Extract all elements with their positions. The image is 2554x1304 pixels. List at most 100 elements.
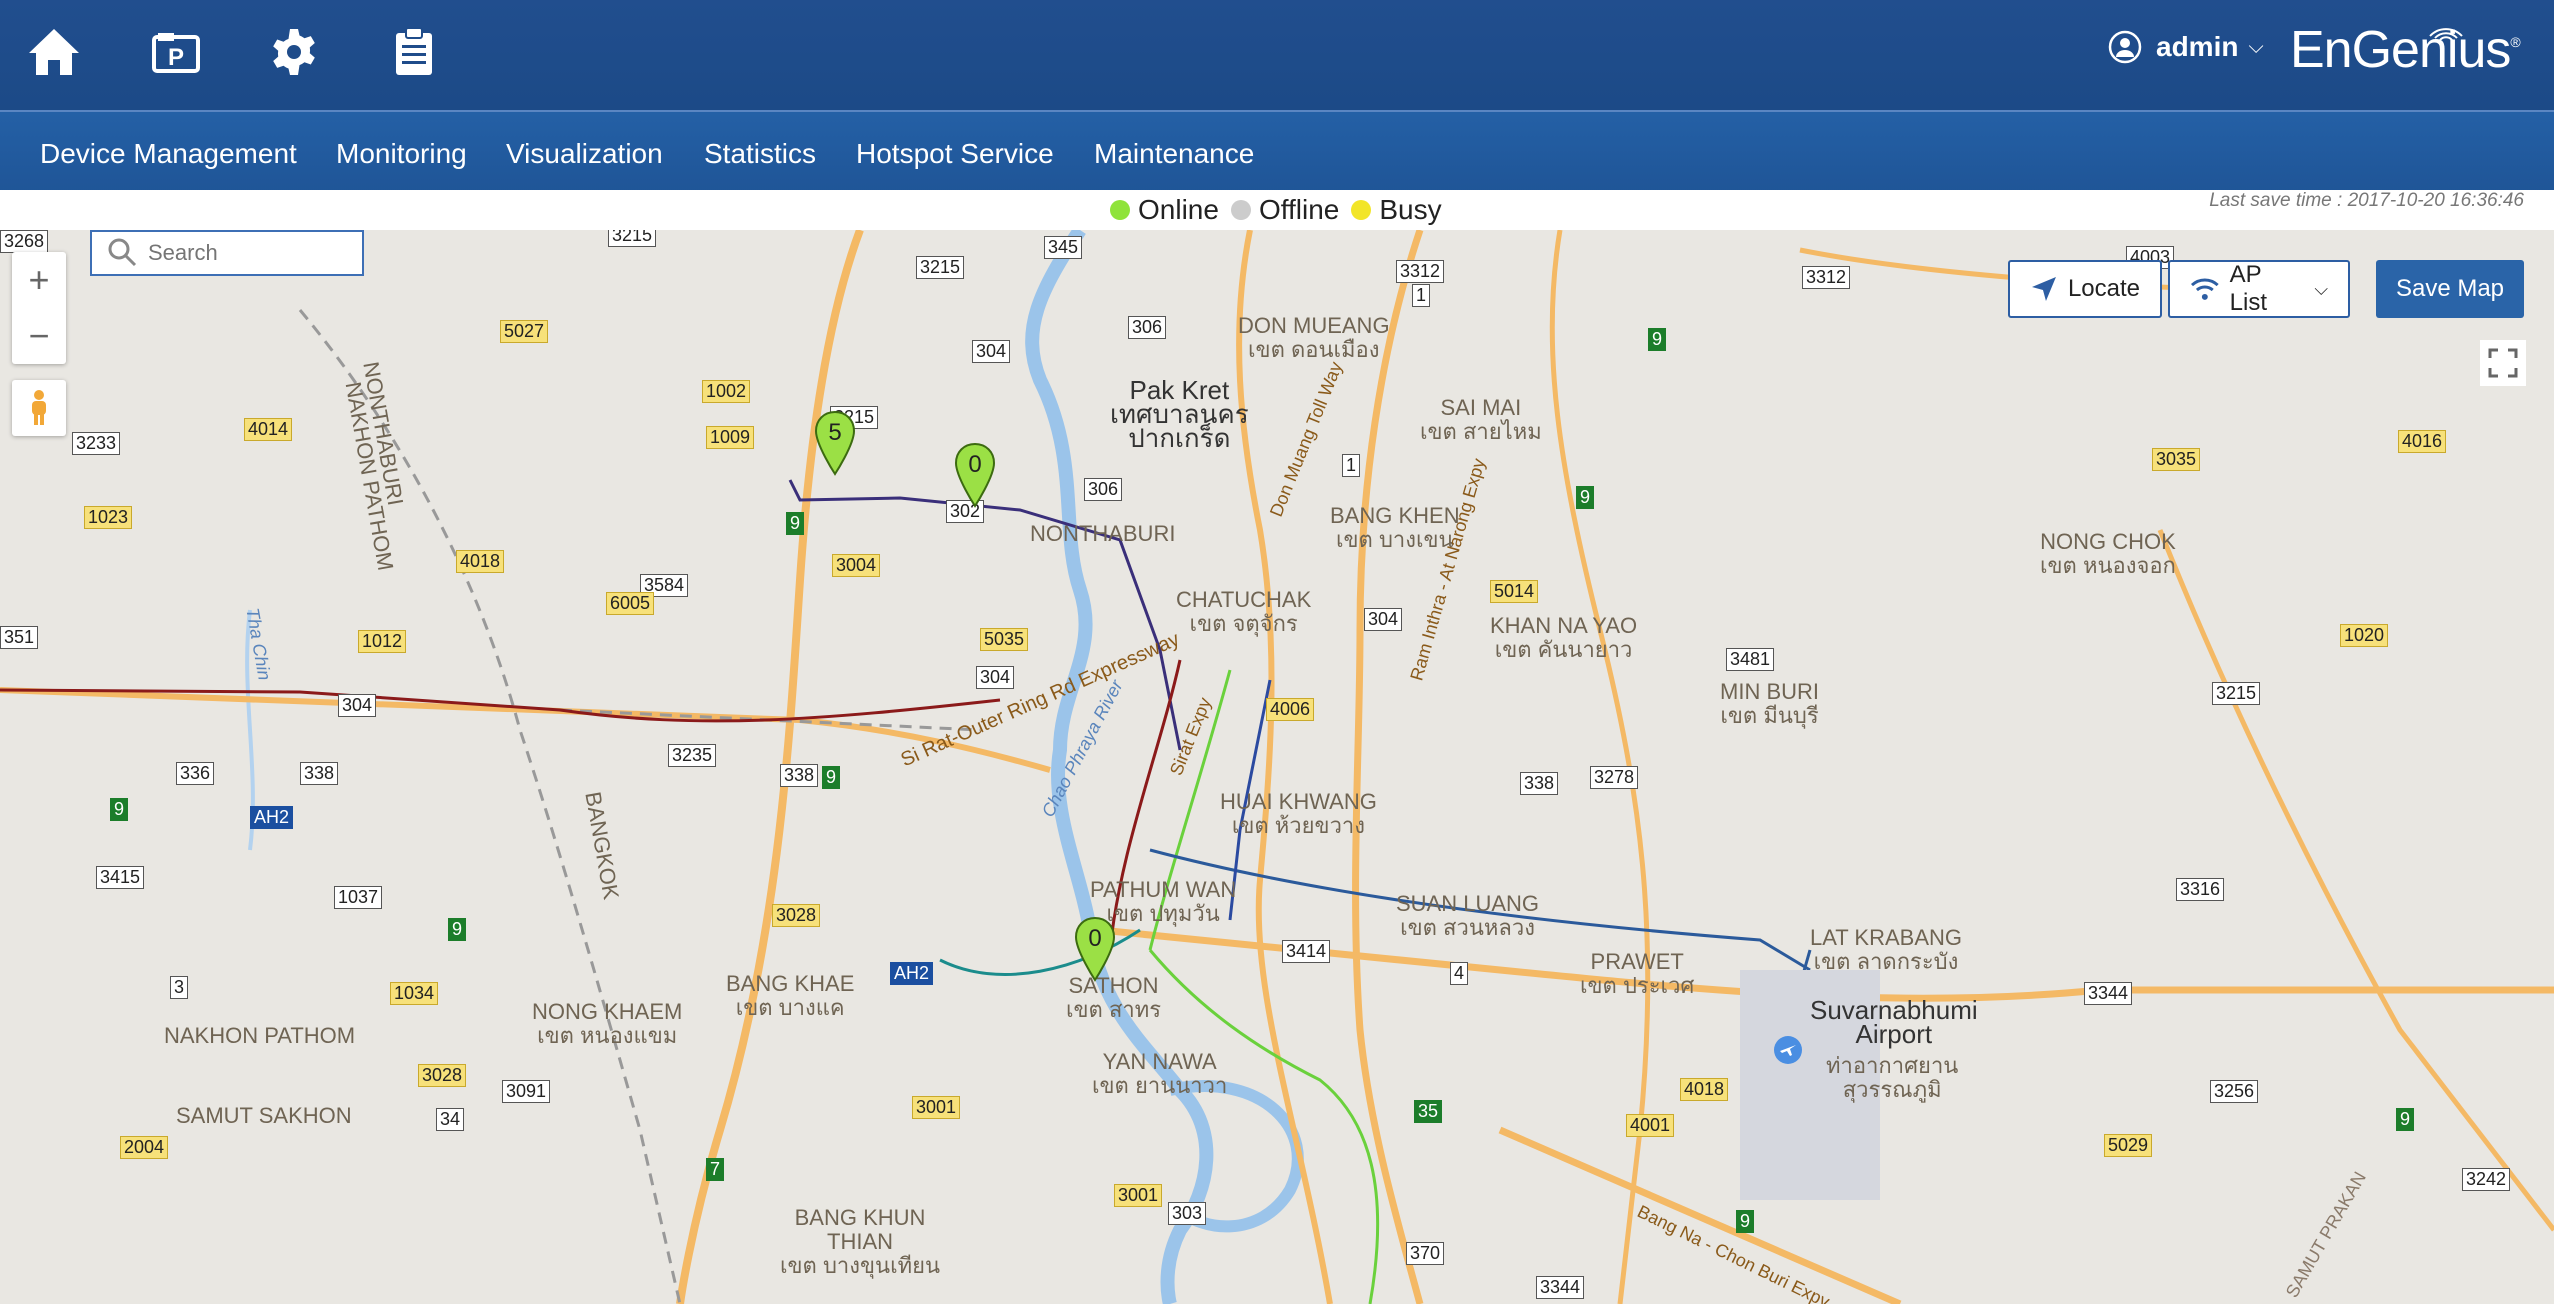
road-badge: AH2	[250, 806, 294, 829]
label-samut-sakhon: SAMUT SAKHON	[176, 1103, 352, 1128]
road-badge: 338	[300, 762, 339, 785]
road-badge: 3	[170, 976, 189, 999]
wifi-icon	[2190, 278, 2219, 300]
zoom-in-button[interactable]: +	[12, 252, 66, 308]
label-bang-khun-thian: BANG KHUN THIAN เขต บางขุนเทียน	[780, 1205, 941, 1278]
ap-list-dropdown[interactable]: AP List ⌵	[2168, 260, 2350, 318]
label-nong-khaem: NONG KHAEM เขต หนองแขม	[532, 999, 683, 1048]
road-badge: 3215	[608, 230, 657, 247]
locate-button[interactable]: Locate	[2008, 260, 2162, 318]
road-badge: 345	[1044, 236, 1083, 259]
label-suvarnabhumi: Suvarnabhumi Airport	[1810, 995, 1978, 1049]
road-badge: 336	[176, 762, 215, 785]
road-badge: 303	[1168, 1202, 1207, 1225]
user-menu[interactable]: admin ⌵	[2108, 30, 2264, 64]
road-badge: 1020	[2340, 624, 2389, 647]
main-nav: Device Management Monitoring Visualizati…	[0, 110, 2554, 192]
fullscreen-icon[interactable]	[2480, 340, 2526, 386]
road-badge: 3235	[668, 744, 717, 767]
nav-maintenance[interactable]: Maintenance	[1094, 138, 1254, 170]
road-badge: 3215	[916, 256, 965, 279]
road-badge: 3316	[2176, 878, 2225, 901]
road-badge: 3091	[502, 1080, 551, 1103]
road-badge: 3312	[1802, 266, 1851, 289]
road-badge: 3278	[1590, 766, 1639, 789]
road-badge: 9	[1736, 1210, 1755, 1233]
road-badge: 304	[976, 666, 1015, 689]
offline-dot	[1230, 200, 1251, 220]
home-icon[interactable]	[24, 22, 84, 82]
label-min-buri: MIN BURI เขต มีนบุรี	[1720, 679, 1819, 728]
locate-arrow-icon	[2031, 277, 2056, 301]
last-save-time: Last save time : 2017-10-20 16:36:46	[2209, 190, 2524, 211]
road-badge: 3344	[2084, 982, 2133, 1005]
locate-label: Locate	[2067, 275, 2140, 302]
road-badge: 9	[1648, 328, 1667, 351]
ap-marker[interactable]: 0	[954, 442, 996, 508]
road-badge: 1009	[706, 426, 755, 449]
road-badge: 9	[2396, 1108, 2415, 1131]
road-badge: AH2	[890, 962, 934, 985]
svg-text:P: P	[168, 44, 184, 71]
parking-icon[interactable]: P	[146, 22, 206, 82]
road-badge: 9	[448, 918, 467, 941]
road-badge: 1	[1412, 284, 1431, 307]
road-badge: 338	[780, 764, 819, 787]
ap-marker[interactable]: 0	[1074, 916, 1116, 982]
road-badge: 3268	[0, 230, 49, 253]
label-lat-krabang: LAT KRABANG เขต ลาดกระบัง	[1810, 925, 1963, 974]
legend-bar: Online Offline Busy Last save time : 201…	[0, 190, 2554, 230]
clipboard-icon[interactable]	[384, 22, 444, 82]
chevron-down-icon: ⌵	[2248, 35, 2264, 58]
nav-device-management[interactable]: Device Management	[40, 138, 297, 170]
road-badge: 3344	[1536, 1276, 1585, 1299]
road-badge: 4018	[456, 550, 505, 573]
label-nong-chok: NONG CHOK เขต หนองจอก	[2040, 529, 2176, 578]
map-search-box[interactable]	[90, 230, 364, 276]
road-badge: 304	[972, 340, 1011, 363]
road-badge: 5014	[1490, 580, 1539, 603]
user-name: admin	[2156, 31, 2239, 62]
zoom-controls: + −	[12, 252, 66, 364]
zoom-out-button[interactable]: −	[12, 308, 66, 364]
airport-icon	[1774, 1036, 1802, 1064]
label-prawet: PRAWET เขต ประเวศ	[1580, 949, 1695, 998]
road-badge: 1034	[390, 982, 439, 1005]
online-dot	[1110, 200, 1130, 220]
label-airport-th: ท่าอากาศยาน สุวรรณภูมิ	[1826, 1053, 1959, 1102]
nav-monitoring[interactable]: Monitoring	[336, 138, 467, 170]
save-map-button[interactable]: Save Map	[2376, 260, 2524, 318]
road-badge: 9	[1576, 486, 1595, 509]
road-badge: 3028	[772, 904, 821, 927]
label-yan-nawa: YAN NAWA เขต ยานนาวา	[1092, 1049, 1228, 1098]
nav-statistics[interactable]: Statistics	[704, 138, 816, 170]
search-icon	[108, 238, 137, 267]
road-badge: 4001	[1626, 1114, 1675, 1137]
road-badge: 304	[1364, 608, 1403, 631]
road-badge: 3233	[72, 432, 121, 455]
label-nonthaburi: NONTHABURI	[1030, 521, 1176, 546]
ap-marker[interactable]: 5	[814, 410, 856, 476]
label-chatuchak: CHATUCHAK เขต จตุจักร	[1176, 587, 1312, 636]
road-badge: 370	[1406, 1242, 1445, 1265]
label-bang-khae: BANG KHAE เขต บางแค	[726, 971, 855, 1020]
road-badge: 3415	[96, 866, 145, 889]
map-view[interactable]: DON MUEANG เขต ดอนเมือง Pak Kret เทศบาลนคร…	[0, 230, 2554, 1304]
road-badge: 3028	[418, 1064, 467, 1087]
road-badge: 3242	[2462, 1168, 2511, 1191]
road-badge: 5035	[980, 628, 1029, 651]
legend-offline: Offline	[1258, 194, 1340, 225]
street-view-pegman-icon[interactable]	[12, 380, 66, 436]
gear-icon[interactable]	[264, 22, 324, 82]
road-badge: 5029	[2104, 1134, 2153, 1157]
legend-online: Online	[1138, 194, 1219, 225]
chevron-down-icon: ⌵	[2314, 278, 2328, 299]
nav-visualization[interactable]: Visualization	[506, 138, 663, 170]
nav-hotspot-service[interactable]: Hotspot Service	[856, 138, 1054, 170]
ap-marker-count: 5	[828, 419, 841, 446]
label-pak-kret: Pak Kret เทศบาลนคร ปากเกร็ด	[1110, 375, 1249, 453]
road-badge: 2004	[120, 1136, 169, 1159]
road-badge: 4	[1450, 962, 1469, 985]
road-badge: 3001	[912, 1096, 961, 1119]
map-search-input[interactable]	[146, 239, 350, 267]
